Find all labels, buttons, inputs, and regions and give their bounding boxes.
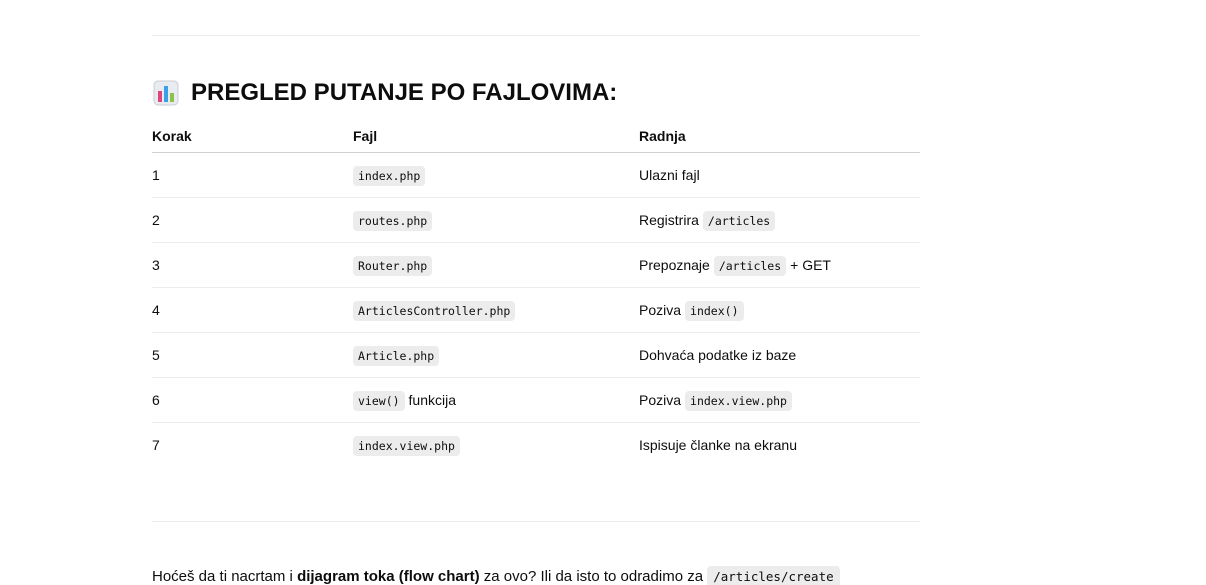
file-suffix-text: funkcija [408, 392, 457, 408]
action-cell: Poziva index() [639, 287, 920, 333]
step-cell: 1 [152, 152, 353, 198]
section-heading-text: PREGLED PUTANJE PO FAJLOVIMA: [191, 79, 618, 106]
column-header-file: Fajl [353, 120, 639, 153]
action-text: Ulazni fajl [639, 167, 700, 183]
action-text: Poziva [639, 392, 682, 408]
file-name-code: ArticlesController.php [353, 301, 516, 321]
column-header-step: Korak [152, 120, 353, 153]
action-code: /articles [713, 256, 787, 276]
step-cell: 5 [152, 332, 353, 378]
footer-text-middle: za ovo? Ili da isto to odradimo za [479, 568, 708, 585]
action-cell: Poziva index.view.php [639, 377, 920, 423]
table-row: 7 index.view.php Ispisuje članke na ekranu [152, 423, 920, 468]
file-name-code: Article.php [353, 346, 440, 366]
file-name-code: index.php [353, 166, 426, 186]
top-divider [152, 35, 920, 36]
action-cell: Prepoznaje/articles + GET [639, 242, 920, 288]
table-header-row: Korak Fajl Radnja [152, 120, 920, 153]
step-cell: 7 [152, 437, 160, 453]
file-cell: view() funkcija [353, 377, 639, 423]
action-cell: Dohvaća podatke iz baze [639, 332, 920, 378]
file-cell: index.php [353, 152, 639, 198]
action-code: index.view.php [685, 391, 792, 411]
action-text: Registrira [639, 212, 699, 228]
table-row: 4 ArticlesController.php Poziva index() [152, 287, 920, 333]
follow-up-question: Hoćeš da ti nacrtam i dijagram toka (flo… [152, 566, 840, 585]
action-text: Ispisuje članke na ekranu [639, 437, 797, 453]
footer-text-start: Hoćeš da ti nacrtam i [152, 568, 298, 585]
step-cell: 3 [152, 242, 353, 288]
action-text: Poziva [639, 302, 682, 318]
file-name-code: index.view.php [353, 436, 460, 456]
action-cell: Ispisuje članke na ekranu [639, 423, 920, 468]
file-cell: Router.php [353, 242, 639, 288]
table-row: 2 routes.php Registrira/articles [152, 197, 920, 243]
bottom-divider [152, 521, 920, 522]
file-cell: index.view.php [353, 423, 639, 468]
action-cell: Registrira/articles [639, 197, 920, 243]
footer-inline-code: /articles/create [707, 566, 840, 585]
bar-chart-emoji-icon [152, 79, 180, 107]
file-cell: ArticlesController.php [353, 287, 639, 333]
file-name-code: Router.php [353, 256, 433, 276]
file-path-table: Korak Fajl Radnja 1 index.php Ulazni fajl 2… [152, 120, 920, 467]
file-name-code: view() [353, 391, 405, 411]
action-suffix-text: + GET [790, 257, 831, 273]
action-text: Dohvaća podatke iz baze [639, 347, 797, 363]
step-cell: 6 [152, 377, 353, 423]
footer-bold-text: dijagram toka (flow chart) [297, 568, 480, 585]
action-code: index() [685, 301, 744, 321]
file-cell: routes.php [353, 197, 639, 243]
action-code: /articles [702, 211, 776, 231]
file-name-code: routes.php [353, 211, 433, 231]
column-header-action: Radnja [639, 120, 920, 153]
file-cell: Article.php [353, 332, 639, 378]
action-cell: Ulazni fajl [639, 152, 920, 198]
action-text: Prepoznaje [639, 257, 710, 273]
table-row: 5 Article.php Dohvaća podatke iz baze [152, 332, 920, 378]
table-row: 6 view() funkcija Poziva index.view.php [152, 377, 920, 423]
table-row: 3 Router.php Prepoznaje/articles + GET [152, 242, 920, 288]
table-row: 1 index.php Ulazni fajl [152, 152, 920, 198]
step-cell: 2 [152, 197, 353, 243]
step-cell: 4 [152, 287, 353, 333]
section-heading: PREGLED PUTANJE PO FAJLOVIMA: [152, 77, 617, 109]
